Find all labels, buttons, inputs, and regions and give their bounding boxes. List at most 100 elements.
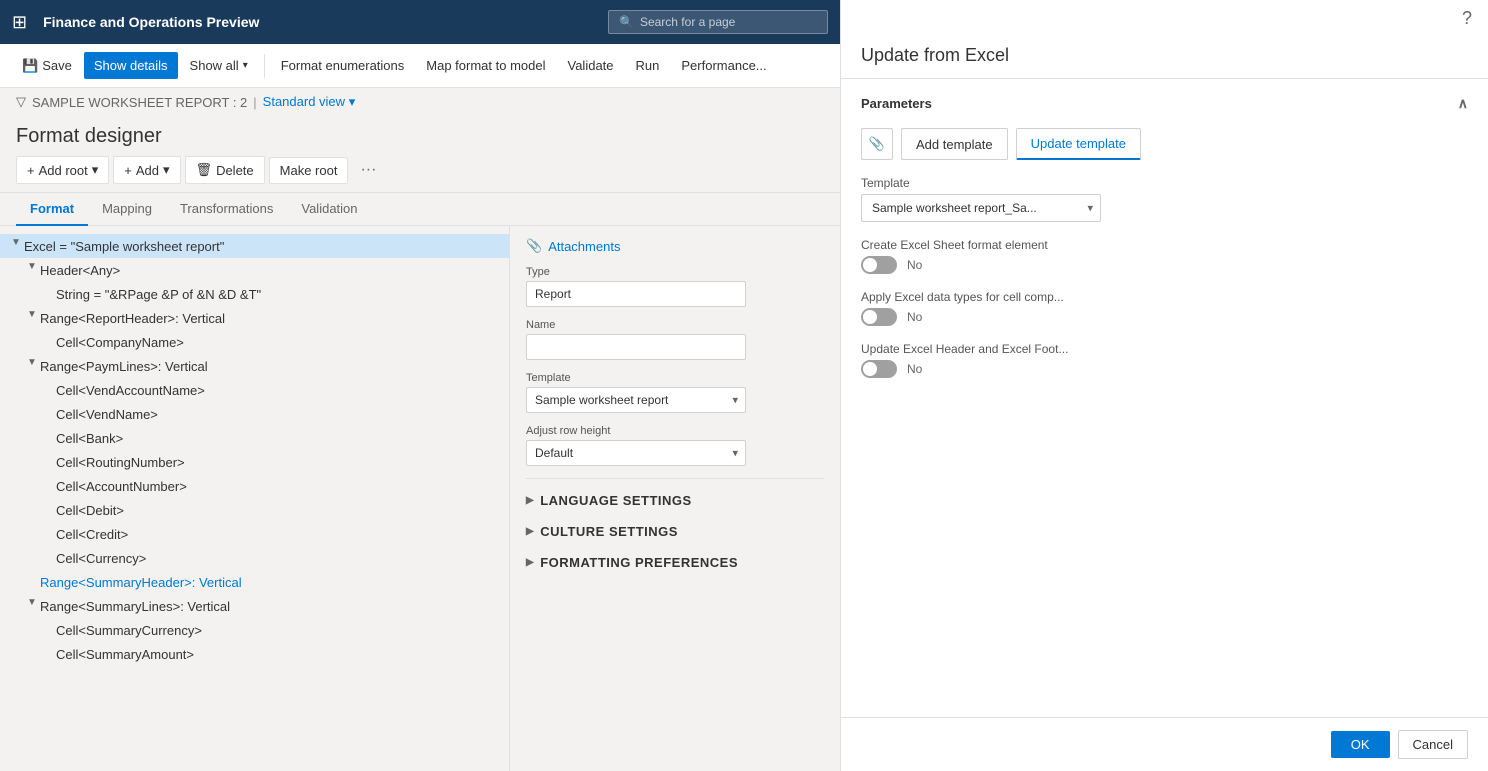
more-options-button[interactable]: ··· <box>352 156 384 184</box>
apply-excel-toggle[interactable] <box>861 308 897 326</box>
template-param-label: Template <box>861 176 1468 190</box>
tree-item-credit[interactable]: Cell<Credit> <box>0 522 509 546</box>
tree-item-reportheader[interactable]: ▼ Range<ReportHeader>: Vertical <box>0 306 509 330</box>
toggle-header[interactable]: ▼ <box>24 261 40 279</box>
tree-item-vendaccountname[interactable]: Cell<VendAccountName> <box>0 378 509 402</box>
name-input[interactable] <box>526 334 746 360</box>
language-settings-section: ▶ LANGUAGE SETTINGS <box>526 487 824 514</box>
show-details-button[interactable]: Show details <box>84 52 178 79</box>
create-excel-toggle[interactable] <box>861 256 897 274</box>
adjust-row-height-select-wrapper: Default <box>526 440 746 466</box>
update-header-toggle-row: No <box>861 360 1468 378</box>
run-button[interactable]: Run <box>626 52 670 79</box>
right-panel-footer: OK Cancel <box>841 717 1488 771</box>
apply-excel-slider <box>861 308 897 326</box>
tab-format[interactable]: Format <box>16 193 88 226</box>
standard-view-dropdown[interactable]: Standard view ▾ <box>263 94 356 110</box>
show-all-button[interactable]: Show all ▾ <box>180 52 258 79</box>
tree-item-bank[interactable]: Cell<Bank> <box>0 426 509 450</box>
divider <box>526 478 824 479</box>
save-button[interactable]: 💾 Save <box>12 52 82 80</box>
parameters-section: Parameters ∧ 📎 Add template Update templ… <box>841 79 1488 717</box>
toggle-companyname <box>40 333 56 351</box>
validate-button[interactable]: Validate <box>558 52 624 79</box>
top-navbar: ⊞ Finance and Operations Preview 🔍 <box>0 0 840 44</box>
tree-item-paymlines[interactable]: ▼ Range<PaymLines>: Vertical <box>0 354 509 378</box>
tree-item-currency[interactable]: Cell<Currency> <box>0 546 509 570</box>
adjust-row-height-select[interactable]: Default <box>526 440 746 466</box>
tree-item-string[interactable]: String = "&RPage &P of &N &D &T" <box>0 282 509 306</box>
toggle-reportheader[interactable]: ▼ <box>24 309 40 327</box>
formatting-expand-icon: ▶ <box>526 557 534 568</box>
search-box[interactable]: 🔍 <box>608 10 828 34</box>
add-template-button[interactable]: Add template <box>901 128 1008 160</box>
filter-icon[interactable]: ▽ <box>16 94 26 110</box>
map-format-button[interactable]: Map format to model <box>416 52 555 79</box>
format-enumerations-button[interactable]: Format enumerations <box>271 52 415 79</box>
app-grid-icon[interactable]: ⊞ <box>12 12 27 33</box>
update-template-button[interactable]: Update template <box>1016 128 1141 160</box>
attachments-bar[interactable]: 📎 Attachments <box>526 238 824 254</box>
attach-button[interactable]: 📎 <box>861 128 893 160</box>
page-title: Format designer <box>16 125 824 148</box>
page-title-area: Format designer <box>0 117 840 148</box>
parameters-collapse-icon[interactable]: ∧ <box>1458 95 1468 112</box>
apply-excel-section: Apply Excel data types for cell comp... … <box>861 290 1468 326</box>
toggle-summarylines[interactable]: ▼ <box>24 597 40 615</box>
content-area: ▼ Excel = "Sample worksheet report" ▼ He… <box>0 226 840 771</box>
breadcrumb-separator: | <box>253 95 256 110</box>
type-label: Type <box>526 266 824 278</box>
cancel-button[interactable]: Cancel <box>1398 730 1468 759</box>
add-root-button[interactable]: + Add root ▾ <box>16 156 109 184</box>
tree-item-debit[interactable]: Cell<Debit> <box>0 498 509 522</box>
delete-button[interactable]: 🗑 Delete <box>185 156 265 184</box>
tree-item-vendname[interactable]: Cell<VendName> <box>0 402 509 426</box>
tree-item-accountnumber[interactable]: Cell<AccountNumber> <box>0 474 509 498</box>
add-button[interactable]: + Add ▾ <box>113 156 180 184</box>
toggle-paymlines[interactable]: ▼ <box>24 357 40 375</box>
tree-item-summaryamount[interactable]: Cell<SummaryAmount> <box>0 642 509 666</box>
attach-icon: 📎 <box>869 136 885 152</box>
type-input[interactable] <box>526 281 746 307</box>
tree-panel: ▼ Excel = "Sample worksheet report" ▼ He… <box>0 226 510 771</box>
tab-validation[interactable]: Validation <box>287 193 371 226</box>
show-all-dropdown-icon: ▾ <box>243 60 248 71</box>
create-excel-value: No <box>907 258 922 272</box>
formatting-preferences-header[interactable]: ▶ FORMATTING PREFERENCES <box>526 549 824 576</box>
toggle-excel[interactable]: ▼ <box>8 237 24 255</box>
help-icon[interactable]: ? <box>1462 8 1472 29</box>
tree-item-excel[interactable]: ▼ Excel = "Sample worksheet report" <box>0 234 509 258</box>
culture-settings-header[interactable]: ▶ CULTURE SETTINGS <box>526 518 824 545</box>
tab-transformations[interactable]: Transformations <box>166 193 287 226</box>
tab-mapping[interactable]: Mapping <box>88 193 166 226</box>
parameters-title: Parameters ∧ <box>861 95 1468 112</box>
tree-item-summarycurrency[interactable]: Cell<SummaryCurrency> <box>0 618 509 642</box>
toggle-credit <box>40 525 56 543</box>
template-field-label: Template <box>526 372 824 384</box>
tree-item-routingnumber[interactable]: Cell<RoutingNumber> <box>0 450 509 474</box>
update-header-slider <box>861 360 897 378</box>
toggle-vendname <box>40 405 56 423</box>
language-expand-icon: ▶ <box>526 495 534 506</box>
tree-item-summaryheader[interactable]: Range<SummaryHeader>: Vertical <box>0 570 509 594</box>
make-root-button[interactable]: Make root <box>269 157 349 184</box>
command-bar: 💾 Save Show details Show all ▾ Format en… <box>0 44 840 88</box>
apply-excel-value: No <box>907 310 922 324</box>
toggle-debit <box>40 501 56 519</box>
toggle-summaryamount <box>40 645 56 663</box>
culture-settings-section: ▶ CULTURE SETTINGS <box>526 518 824 545</box>
language-settings-header[interactable]: ▶ LANGUAGE SETTINGS <box>526 487 824 514</box>
format-toolbar: + Add root ▾ + Add ▾ 🗑 Delete Make root … <box>0 148 840 193</box>
update-header-toggle[interactable] <box>861 360 897 378</box>
performance-button[interactable]: Performance... <box>671 52 776 79</box>
template-select[interactable]: Sample worksheet report <box>526 387 746 413</box>
search-input[interactable] <box>640 15 800 29</box>
tree-item-companyname[interactable]: Cell<CompanyName> <box>0 330 509 354</box>
ok-button[interactable]: OK <box>1331 731 1390 758</box>
toggle-currency <box>40 549 56 567</box>
tree-item-summarylines[interactable]: ▼ Range<SummaryLines>: Vertical <box>0 594 509 618</box>
tree-item-header[interactable]: ▼ Header<Any> <box>0 258 509 282</box>
name-field-group: Name <box>526 319 824 360</box>
template-param-select[interactable]: Sample worksheet report_Sa... <box>861 194 1101 222</box>
update-header-section: Update Excel Header and Excel Foot... No <box>861 342 1468 378</box>
